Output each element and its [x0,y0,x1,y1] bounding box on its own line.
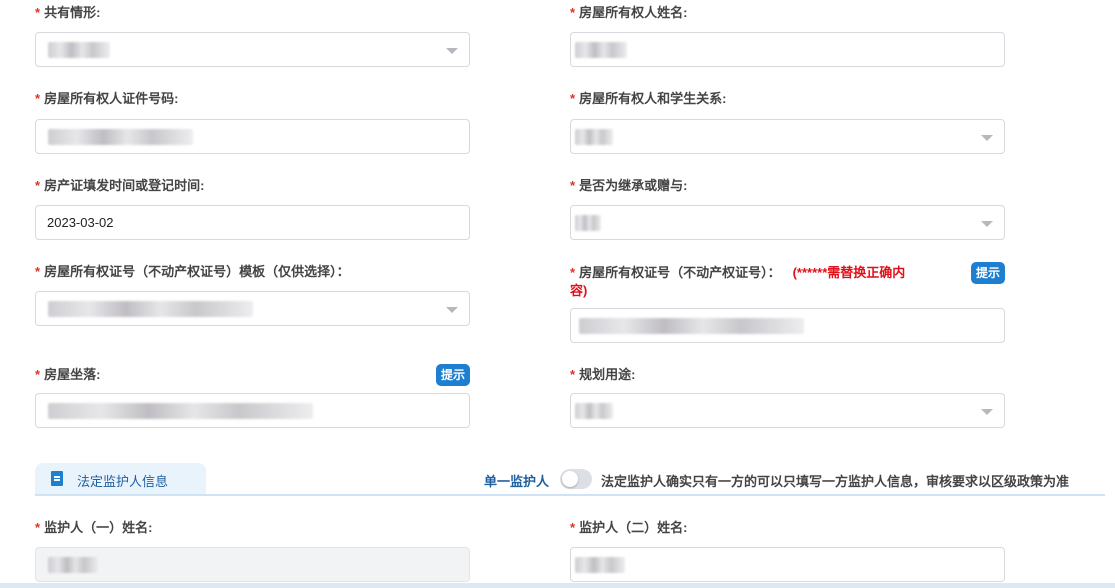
owner-id-input[interactable] [35,119,470,154]
cert-number-input[interactable] [570,308,1005,343]
address-label: * 房屋坐落: [35,367,101,382]
toggle-knob [562,471,578,487]
owner-relation-select[interactable] [570,119,1005,154]
chevron-down-icon [981,135,993,141]
owner-id-label: * 房屋所有权人证件号码: [35,91,179,106]
cert-number-warning: (******需替换正确内 [792,265,906,280]
guardian-note: 法定监护人确实只有一方的可以只填写一方监护人信息，审核要求以区级政策为准 [601,474,1070,489]
cert-date-value: 2023-03-02 [47,215,114,230]
single-guardian-label: 单一监护人 [484,474,550,489]
cert-template-select[interactable] [35,291,470,326]
redacted-value [48,301,253,317]
cert-date-label: * 房产证填发时间或登记时间: [35,178,205,193]
cert-number-label: * 房屋所有权证号（不动产权证号）： (******需替换正确内 容) [570,265,906,298]
chevron-down-icon [981,409,993,415]
redacted-value [575,215,601,231]
chevron-down-icon [446,307,458,313]
redacted-value [48,403,313,419]
chevron-down-icon [446,48,458,54]
inherit-gift-label: * 是否为继承或赠与: [570,178,688,193]
guardian2-name-label: * 监护人（二）姓名: [570,520,688,535]
cert-number-hint-button[interactable]: 提示 [971,262,1005,284]
redacted-value [575,403,613,419]
bottom-strip [0,583,1115,588]
redacted-value [579,318,804,334]
redacted-value [48,129,193,145]
guardian1-name-input[interactable] [35,547,470,582]
cert-template-label: * 房屋所有权证号（不动产权证号）模板（仅供选择）： [35,264,350,279]
planned-use-label: * 规划用途: [570,367,636,382]
owner-name-label: * 房屋所有权人姓名: [570,5,688,20]
redacted-value [575,129,613,145]
planned-use-select[interactable] [570,393,1005,428]
section-divider [35,494,1105,496]
form-page: * 共有情形: * 房屋所有权人姓名: * 房屋所有权人证件号码: * 房屋所有权人和学… [0,0,1115,588]
single-guardian-toggle[interactable] [560,469,592,489]
guardian1-name-label: * 监护人（一）姓名: [35,520,153,535]
address-hint-button[interactable]: 提示 [436,364,470,386]
guardian-section-title: 法定监护人信息 [77,474,169,489]
redacted-value [575,42,627,58]
cert-date-input[interactable]: 2023-03-02 [35,205,470,240]
cert-number-warning-cont: 容) [570,283,588,298]
redacted-value [48,42,110,58]
owner-name-input[interactable] [570,32,1005,67]
inherit-gift-select[interactable] [570,205,1005,240]
redacted-value [48,557,98,573]
guardian2-name-input[interactable] [570,547,1005,582]
owner-relation-label: * 房屋所有权人和学生关系: [570,91,727,106]
guardian-section-tab[interactable]: 法定监护人信息 [35,463,206,495]
ownership-select[interactable] [35,32,470,67]
redacted-value [575,557,625,573]
document-icon [51,471,63,486]
chevron-down-icon [981,221,993,227]
ownership-label: * 共有情形: [35,5,101,20]
address-input[interactable] [35,393,470,428]
